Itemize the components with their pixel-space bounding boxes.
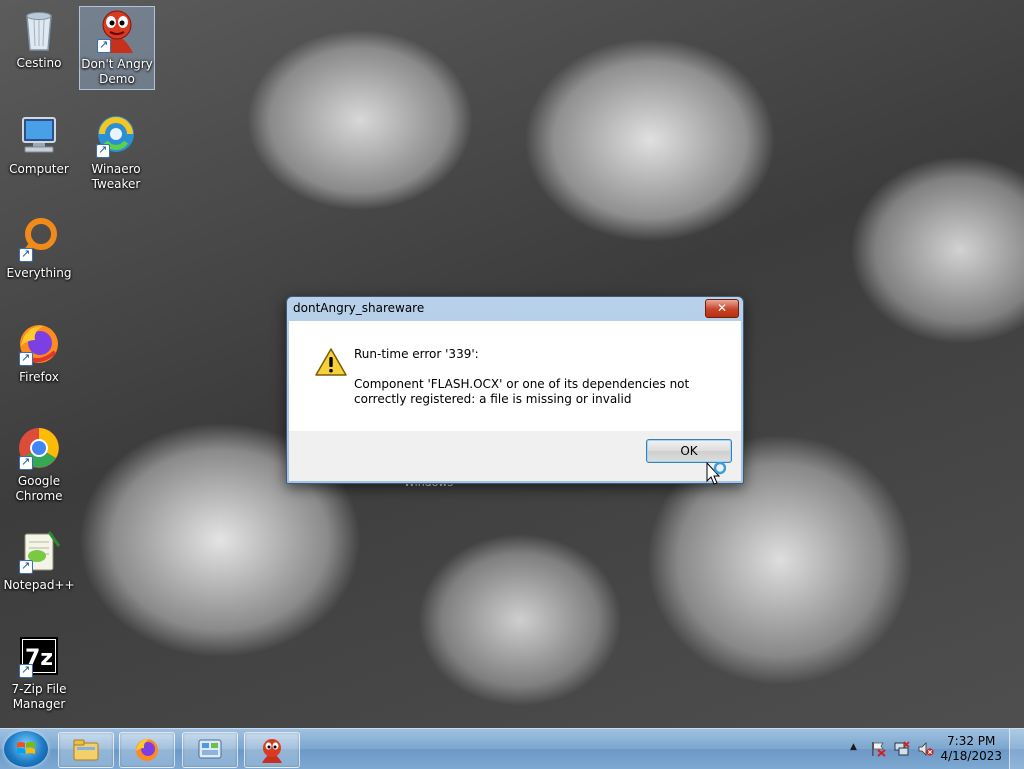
desktop-icon-label: Firefox (19, 370, 59, 384)
action-center-flag-icon[interactable] (870, 741, 886, 757)
desktop-icon-recycle-bin[interactable]: Cestino (2, 6, 76, 71)
everything-search-icon (15, 216, 63, 264)
shortcut-arrow-icon (96, 142, 110, 158)
close-icon: ✕ (716, 301, 728, 315)
dialog-client-area: Run-time error '339': Component 'FLASH.O… (289, 321, 741, 481)
desktop-icon-notepad-plus-plus[interactable]: Notepad++ (2, 528, 76, 593)
desktop-icon-dont-angry-demo[interactable]: Don't Angry Demo (79, 6, 155, 90)
desktop-icon-label: Computer (9, 162, 69, 176)
shortcut-arrow-icon (97, 37, 111, 53)
shortcut-arrow-icon (19, 454, 33, 470)
mouse-cursor-busy-icon (706, 461, 727, 488)
taskbar: ▲ 7:32 PM 4/18/2023 (0, 728, 1024, 769)
desktop-icon-7zip[interactable]: 7z 7-Zip File Manager (2, 632, 76, 712)
desktop-icon-label: Everything (6, 266, 72, 280)
notepad-plus-plus-icon (15, 528, 63, 576)
desktop-icon-winaero-tweaker[interactable]: Winaero Tweaker (79, 112, 153, 192)
control-panel-icon (198, 739, 222, 759)
dont-angry-icon (93, 7, 141, 55)
clock-time: 7:32 PM (947, 734, 996, 748)
desktop-icon-label: Google Chrome (15, 474, 63, 503)
desktop-icon-computer[interactable]: Computer (2, 112, 76, 177)
taskbar-dont-angry-button[interactable] (244, 732, 300, 768)
desktop-icon-label: Don't Angry Demo (81, 57, 153, 86)
7zip-icon: 7z (15, 632, 63, 680)
shortcut-arrow-icon (19, 662, 33, 678)
warning-icon (315, 347, 347, 377)
show-desktop-button[interactable] (1009, 729, 1024, 769)
firefox-icon (136, 739, 158, 761)
error-title-text: Run-time error '339': (354, 347, 479, 361)
chrome-icon (15, 424, 63, 472)
desktop-icon-everything[interactable]: Everything (2, 216, 76, 281)
computer-icon (15, 112, 63, 160)
desktop-icon-google-chrome[interactable]: Google Chrome (2, 424, 76, 504)
dialog-close-button[interactable]: ✕ (705, 299, 739, 318)
recycle-bin-icon (15, 6, 63, 54)
taskbar-control-panel-button[interactable] (182, 732, 238, 768)
desktop-icon-label: Winaero Tweaker (91, 162, 141, 191)
error-dialog: dontAngry_shareware ✕ Run-time error '33… (286, 296, 744, 484)
windows-logo-icon (17, 742, 35, 754)
start-button[interactable] (4, 731, 48, 767)
network-icon[interactable] (894, 741, 910, 757)
error-message-text: Component 'FLASH.OCX' or one of its depe… (354, 377, 690, 406)
tray-overflow-arrow-icon[interactable]: ▲ (850, 742, 857, 752)
dialog-title: dontAngry_shareware (293, 301, 425, 315)
firefox-icon (15, 320, 63, 368)
shortcut-arrow-icon (19, 350, 33, 366)
ok-button[interactable]: OK (646, 439, 732, 463)
clock-date: 4/18/2023 (940, 749, 1002, 763)
desktop-icon-firefox[interactable]: Firefox (2, 320, 76, 385)
desktop-icon-label: 7-Zip File Manager (11, 682, 67, 711)
dialog-message-area: Run-time error '339': Component 'FLASH.O… (289, 321, 741, 431)
desktop-icon-label: Cestino (16, 56, 62, 70)
shortcut-arrow-icon (19, 558, 33, 574)
dialog-titlebar[interactable]: dontAngry_shareware ✕ (287, 297, 743, 321)
shortcut-arrow-icon (19, 246, 33, 262)
dont-angry-icon (262, 739, 282, 763)
winaero-tweaker-icon (92, 112, 140, 160)
folder-icon (73, 739, 99, 761)
taskbar-firefox-button[interactable] (119, 732, 175, 768)
taskbar-explorer-button[interactable] (58, 732, 114, 768)
system-clock[interactable]: 7:32 PM 4/18/2023 (940, 734, 1002, 764)
system-tray: ▲ 7:32 PM 4/18/2023 (834, 729, 1024, 769)
volume-muted-icon[interactable] (918, 741, 934, 757)
desktop-icon-label: Notepad++ (3, 578, 75, 592)
